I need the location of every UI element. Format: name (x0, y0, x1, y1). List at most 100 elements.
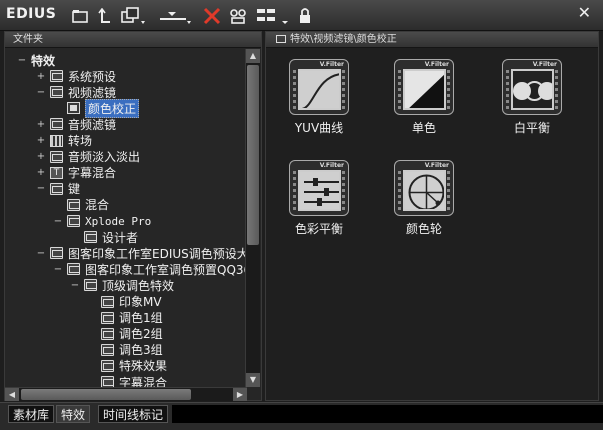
filter-icon (67, 102, 80, 115)
tree-item[interactable]: 调色1组 (87, 310, 163, 326)
expand-icon[interactable]: + (36, 167, 46, 178)
filter-thumbnail: V.Filter (289, 160, 349, 216)
tree-item[interactable]: 字幕混合 (87, 374, 167, 387)
folder-icon (50, 86, 63, 99)
filter-thumbnail: V.Filter (394, 160, 454, 216)
copy-icon[interactable] (120, 6, 146, 26)
folder-icon (50, 182, 63, 195)
properties-icon[interactable] (229, 6, 247, 26)
filter-badge: V.Filter (319, 61, 344, 68)
close-icon[interactable]: ✕ (578, 3, 591, 22)
vertical-scroll-thumb[interactable] (247, 65, 259, 245)
tree-item-label: 调色3组 (119, 343, 163, 358)
tree-item[interactable]: + T 字幕混合 (36, 165, 116, 181)
delete-icon[interactable] (203, 6, 221, 26)
tree-item-label: 图客印象工作室EDIUS调色预设大 (68, 246, 247, 261)
tree-item[interactable]: + 转场 (36, 133, 92, 149)
filter-label: YUV曲线 (294, 121, 344, 135)
color-wheel-filter[interactable]: V.Filter 颜色轮 (391, 160, 457, 236)
tree-item[interactable]: + 音频淡入淡出 (36, 149, 140, 165)
effects-content-panel: 特效\视频滤镜\颜色校正 V.Filter YUV曲线 V.Filter 单色 V.Fi… (265, 31, 599, 401)
tree-item[interactable]: − 图客印象工作室调色预置QQ36 (53, 261, 247, 277)
expand-icon[interactable]: + (36, 119, 46, 130)
tab-strip-fill (172, 405, 603, 423)
horizontal-scroll-thumb[interactable] (21, 389, 191, 400)
film-perforation-icon (293, 70, 296, 110)
scroll-left-icon[interactable]: ◀ (5, 388, 19, 401)
folder-icon (67, 198, 80, 211)
folder-icon (50, 70, 63, 83)
scroll-right-icon[interactable]: ▶ (233, 388, 247, 401)
scroll-down-icon[interactable]: ▼ (246, 373, 260, 387)
filter-badge: V.Filter (424, 61, 449, 68)
tree-item-label: 字幕混合 (68, 166, 117, 181)
folder-tree: − 特效 + 系统预设 − 视频滤镜 颜色校正 + 音频滤镜 + 转场 + 音频淡入淡出 + T 字幕混合 − 键… (5, 49, 247, 387)
tree-item-label: 键 (68, 182, 81, 197)
tree-item[interactable]: − 顶级调色特效 (70, 277, 174, 293)
tree-item[interactable]: − Xplode Pro (53, 213, 151, 229)
folder-panel: 文件夹 − 特效 + 系统预设 − 视频滤镜 颜色校正 + 音频滤镜 + 转场 + 音频淡入淡出 + T 字幕… (4, 31, 262, 401)
tree-item[interactable]: 颜色校正 (53, 98, 140, 118)
title-toolbar: EDIUS ✕ (0, 0, 603, 31)
tree-item-label: 印象MV (119, 295, 162, 309)
tree-item[interactable]: 特殊效果 (87, 358, 167, 374)
filter-thumbnail: V.Filter (502, 59, 562, 115)
up-icon[interactable] (98, 6, 112, 26)
tree-item[interactable]: + 音频滤镜 (36, 116, 116, 132)
tree-item[interactable]: + 系统预设 (36, 68, 116, 84)
path-header: 特效\视频滤镜\颜色校正 (266, 32, 598, 48)
tree-item[interactable]: 混合 (53, 197, 109, 213)
tab-effects[interactable]: 特效 (56, 405, 91, 423)
view-dropdown-icon[interactable] (158, 6, 192, 26)
yuv-curve-filter[interactable]: V.Filter YUV曲线 (286, 59, 352, 135)
tree-item-label: 特效 (31, 53, 56, 68)
tree-item[interactable]: 设计者 (70, 229, 138, 245)
filter-label: 白平衡 (513, 121, 550, 135)
tree-item[interactable]: 印象MV (87, 294, 162, 310)
tree-item[interactable]: − 键 (36, 181, 80, 197)
vertical-scrollbar[interactable]: ▲ ▼ (245, 49, 260, 387)
yuv-curve-filter-icon (298, 69, 341, 110)
lock-icon[interactable] (298, 6, 312, 26)
expand-icon[interactable]: + (36, 71, 46, 82)
collapse-icon[interactable]: − (53, 216, 63, 227)
new-folder-icon[interactable] (72, 6, 88, 26)
collapse-icon[interactable]: − (70, 280, 80, 291)
expand-icon[interactable]: + (36, 151, 46, 162)
app-title: EDIUS (6, 6, 57, 22)
bottom-tabs: 素材库 特效 时间线标记 (0, 402, 603, 430)
filter-label: 颜色轮 (405, 222, 442, 236)
collapse-icon[interactable]: − (36, 183, 46, 194)
collapse-icon[interactable]: − (36, 248, 46, 259)
collapse-icon[interactable]: − (17, 55, 27, 66)
tree-item[interactable]: − 视频滤镜 (36, 84, 116, 100)
white-balance-filter[interactable]: V.Filter 白平衡 (499, 59, 565, 135)
folder-icon (101, 311, 114, 324)
tree-item[interactable]: − 特效 (17, 52, 55, 68)
tree-item[interactable]: 调色3组 (87, 342, 163, 358)
expand-icon[interactable]: + (36, 135, 46, 146)
folder-icon (50, 247, 63, 260)
folder-panel-header: 文件夹 (5, 32, 261, 48)
current-path: 特效\视频滤镜\颜色校正 (290, 34, 397, 45)
color-balance-filter-icon (298, 170, 341, 211)
folder-icon (101, 343, 114, 356)
horizontal-scrollbar[interactable]: ◀ ▶ (5, 387, 247, 401)
folder-icon (50, 118, 63, 131)
collapse-icon[interactable]: − (36, 87, 46, 98)
folder-icon (67, 215, 80, 227)
tree-item[interactable]: 调色2组 (87, 326, 163, 342)
tree-item-label: 系统预设 (68, 69, 117, 84)
scroll-up-icon[interactable]: ▲ (246, 49, 260, 63)
color-balance-filter[interactable]: V.Filter 色彩平衡 (286, 160, 352, 236)
tree-item-label: 转场 (68, 134, 93, 148)
folder-icon (101, 359, 114, 372)
layout-icon[interactable] (255, 6, 291, 26)
monochrome-filter[interactable]: V.Filter 单色 (391, 59, 457, 135)
folder-icon (101, 327, 114, 340)
tab-bin[interactable]: 素材库 (8, 405, 55, 423)
collapse-icon[interactable]: − (53, 264, 63, 275)
tab-timeline-markers[interactable]: 时间线标记 (98, 405, 169, 423)
tree-item[interactable]: − 图客印象工作室EDIUS调色预设大 (36, 245, 247, 261)
film-perforation-icon (342, 70, 345, 110)
